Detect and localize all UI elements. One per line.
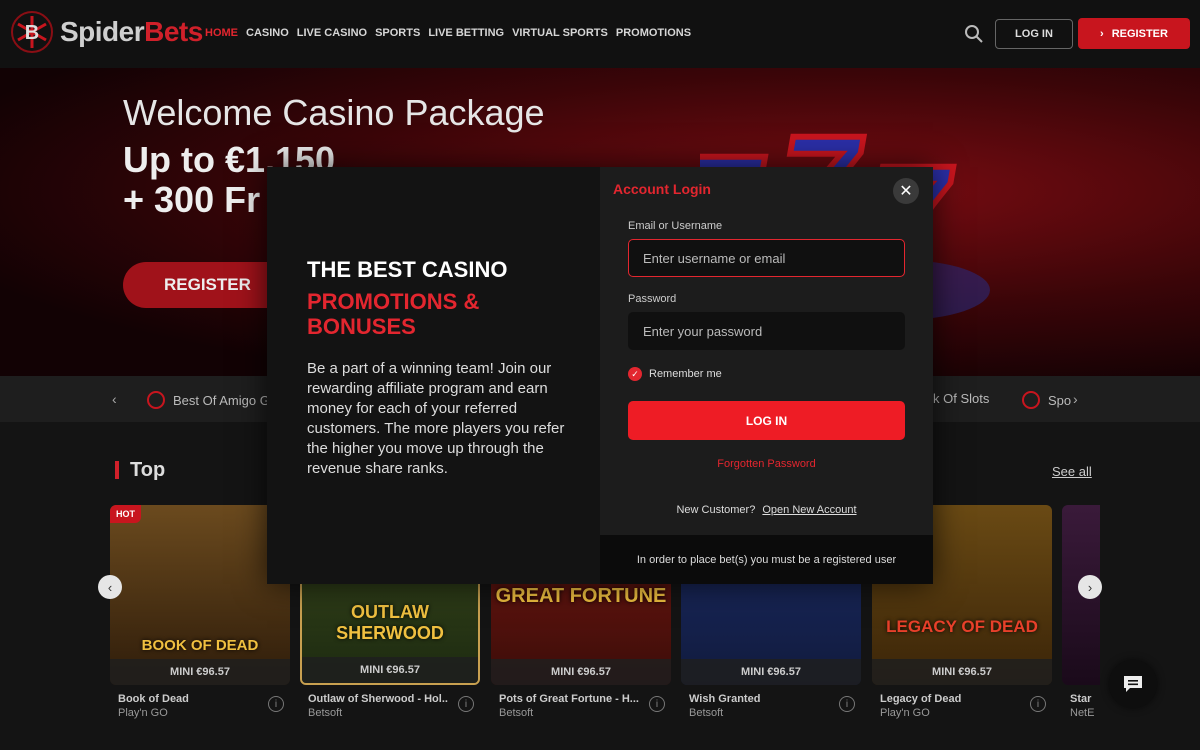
logo-text-bets: Bets [144,16,203,47]
nav-item-virtual-sports[interactable]: VIRTUAL SPORTS [512,27,608,39]
game-name: Star [1070,693,1092,705]
nav-item-live-betting[interactable]: LIVE BETTING [428,27,504,39]
strip-item-label: Best Of Amigo G [173,392,270,408]
modal-promo-panel: THE BEST CASINO PROMOTIONS & BONUSES Be … [267,167,600,584]
game-thumb-title: BOOK OF DEAD [141,637,259,654]
hot-badge: HOT [110,505,141,523]
close-button[interactable]: ✕ [893,178,919,204]
logo-text-spider: Spider [60,16,145,47]
modal-login-panel: Account Login ✕ Email or Username Enter … [600,167,933,584]
strip-item[interactable]: Best Of Amigo G [147,391,270,409]
spider-logo-icon: B [11,11,53,53]
email-field[interactable]: Enter username or email [628,239,905,277]
game-mini-jackpot: MINI €96.57 [110,659,290,685]
new-customer-label: New Customer? [676,504,756,516]
promo-subtitle: PROMOTIONS & BONUSES [307,289,480,339]
page: B SpiderBets HOME CASINO LIVE CASINO SPO… [0,0,1200,750]
see-all-link[interactable]: See all [1052,464,1092,479]
login-title: Account Login [613,181,711,197]
nav-item-sports[interactable]: SPORTS [375,27,420,39]
forgot-password-link[interactable]: Forgotten Password [600,458,933,470]
game-card[interactable]: BOOK OF DEAD MINI €96.57 HOT Book of Dea… [110,505,290,719]
section-title: Top [130,459,166,481]
carousel-prev-button[interactable]: ‹ [98,575,122,599]
game-name: Book of Dead [118,693,189,705]
strip-next-arrow-icon[interactable]: › [1073,391,1078,407]
game-provider: Play'n GO [118,707,168,719]
remember-me[interactable]: ✓ Remember me [628,367,722,381]
game-name: Wish Granted [689,693,761,705]
promo-text: Be a part of a winning team! Join our re… [307,360,565,477]
game-provider: Betsoft [308,707,343,719]
game-provider: Play'n GO [880,707,930,719]
strip-item-label: k Of Slots [933,391,990,406]
header-register-button[interactable]: › REGISTER [1078,18,1190,49]
strip-item[interactable]: k Of Slots [933,391,989,406]
strip-item[interactable]: Spo [1022,391,1071,409]
checkmark-icon[interactable]: ✓ [628,367,642,381]
hero-title: Welcome Casino Package [123,92,545,133]
password-field[interactable]: Enter your password [628,312,905,350]
modal-footer-note: In order to place bet(s) you must be a r… [600,535,933,584]
search-icon[interactable] [964,24,984,44]
game-thumb-title: OUTLAW SHERWOOD [336,602,444,643]
strip-item-label: Spo [1048,392,1072,408]
remember-label: Remember me [649,368,722,380]
logo-text: SpiderBets [60,16,203,48]
game-mini-jackpot: MINI €96.57 [872,659,1052,685]
provider-icon [147,391,165,409]
game-mini-jackpot: MINI €96.57 [681,659,861,685]
nav-item-casino[interactable]: CASINO [246,27,289,39]
chat-button[interactable] [1109,660,1157,708]
info-icon[interactable]: i [458,696,474,712]
close-icon: ✕ [899,183,913,200]
nav-item-home[interactable]: HOME [205,27,238,39]
chat-icon [1124,676,1142,692]
header-register-label: REGISTER [1111,27,1168,40]
game-provider: Betsoft [499,707,534,719]
login-modal: THE BEST CASINO PROMOTIONS & BONUSES Be … [267,167,933,584]
game-mini-jackpot: MINI €96.57 [491,659,671,685]
header-login-button[interactable]: LOG IN [995,19,1073,49]
chevron-right-icon: › [1087,579,1093,595]
game-thumb-title: LEGACY OF DEAD [886,617,1038,636]
game-name: Legacy of Dead [880,693,962,705]
info-icon[interactable]: i [268,696,284,712]
game-card[interactable]: Star NetE [1062,505,1100,725]
info-icon[interactable]: i [649,696,665,712]
game-thumbnail[interactable]: BOOK OF DEAD MINI €96.57 HOT [110,505,290,685]
main-nav: HOME CASINO LIVE CASINO SPORTS LIVE BETT… [205,27,691,39]
chevron-right-icon: › [1100,27,1104,40]
carousel-next-button[interactable]: › [1078,575,1102,599]
email-label: Email or Username [628,220,723,232]
strip-prev-arrow-icon[interactable]: ‹ [112,391,117,407]
top-header: B SpiderBets HOME CASINO LIVE CASINO SPO… [0,0,1200,68]
login-button[interactable]: LOG IN [628,401,905,440]
provider-icon [1022,391,1040,409]
game-name: Outlaw of Sherwood - Hol... [308,693,448,705]
info-icon[interactable]: i [1030,696,1046,712]
nav-item-promotions[interactable]: PROMOTIONS [616,27,691,39]
game-name: Pots of Great Fortune - H... [499,693,639,705]
section-accent-bar [115,461,119,479]
game-provider: NetE [1070,707,1095,719]
nav-item-live-casino[interactable]: LIVE CASINO [297,27,367,39]
new-customer-line: New Customer? Open New Account [600,504,933,516]
svg-text:B: B [25,22,39,44]
game-provider: Betsoft [689,707,724,719]
chevron-left-icon: ‹ [107,579,113,595]
game-thumb-title: GREAT FORTUNE [495,585,667,607]
promo-title: THE BEST CASINO [307,257,508,282]
password-label: Password [628,293,677,305]
spiderbets-logo[interactable]: B SpiderBets [10,10,203,54]
info-icon[interactable]: i [839,696,855,712]
game-mini-jackpot: MINI €96.57 [302,657,478,683]
open-account-link[interactable]: Open New Account [762,504,856,516]
